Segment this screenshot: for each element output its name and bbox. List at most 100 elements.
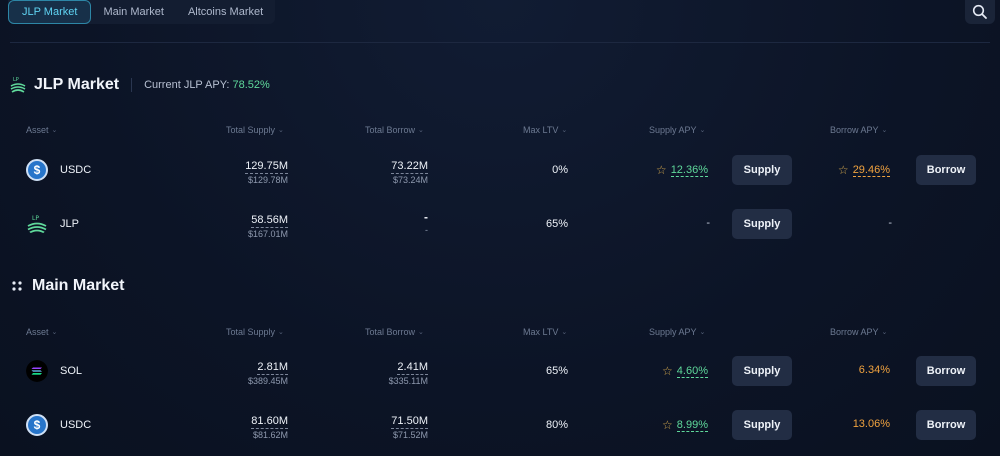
header-asset[interactable]: Asset ⌄ xyxy=(26,325,57,339)
chevron-down-icon: ⌄ xyxy=(418,329,424,336)
total-borrow-amount: - xyxy=(424,210,428,224)
asset-name: JLP xyxy=(60,218,79,230)
chevron-down-icon: ⌄ xyxy=(278,127,284,134)
supply-apy-value: 12.36% xyxy=(670,163,708,177)
chevron-down-icon: ⌄ xyxy=(418,127,424,134)
svg-text:LP: LP xyxy=(13,77,19,83)
market-tabs: JLP Market Main Market Altcoins Market xyxy=(8,0,276,24)
total-borrow-cell: 71.50M $71.52M xyxy=(391,411,428,440)
max-ltv-value: 0% xyxy=(552,164,568,176)
section-title: Main Market xyxy=(32,277,125,294)
total-supply-amount: 81.60M xyxy=(251,415,288,429)
sol-icon xyxy=(26,360,48,382)
chevron-down-icon: ⌄ xyxy=(881,127,888,134)
total-supply-usd: $129.78M xyxy=(247,175,288,185)
borrow-apy-value: 29.46% xyxy=(852,163,890,177)
chevron-down-icon: ⌄ xyxy=(561,127,568,134)
asset-cell: SOL xyxy=(26,351,82,391)
header-total-borrow[interactable]: Total Borrow ⌄ xyxy=(365,123,424,137)
header-borrow-apy[interactable]: Borrow APY ⌄ xyxy=(830,123,887,137)
total-supply-usd: $389.45M xyxy=(247,376,288,386)
jlp-apy-label: Current JLP APY: xyxy=(144,79,230,91)
header-max-ltv[interactable]: Max LTV ⌄ xyxy=(523,123,567,137)
section-title: JLP Market xyxy=(34,76,120,93)
total-supply-cell: 129.75M $129.78M xyxy=(245,156,288,185)
usdc-icon: $ xyxy=(26,414,48,436)
header-max-ltv[interactable]: Max LTV ⌄ xyxy=(523,325,567,339)
total-borrow-usd: $335.11M xyxy=(388,376,428,386)
borrow-apy-cell: 6.34% xyxy=(800,364,890,376)
asset-name: USDC xyxy=(60,164,92,176)
supply-apy-cell: ☆ 8.99% xyxy=(618,418,708,432)
chevron-down-icon: ⌄ xyxy=(699,127,706,134)
total-supply-usd: $81.62M xyxy=(252,430,288,440)
total-supply-amount: 58.56M xyxy=(251,214,288,228)
star-icon: ☆ xyxy=(655,163,667,177)
supply-apy-cell: ☆ 4.60% xyxy=(618,364,708,378)
chevron-down-icon: ⌄ xyxy=(699,329,706,336)
total-supply-amount: 129.75M xyxy=(245,160,288,174)
jlp-market-heading: LP JLP Market Current JLP APY: 78.52% xyxy=(10,73,270,97)
header-total-borrow[interactable]: Total Borrow ⌄ xyxy=(365,325,424,339)
search-icon xyxy=(972,4,987,19)
star-icon: ☆ xyxy=(662,364,673,378)
supply-button[interactable]: Supply xyxy=(732,410,792,440)
search-button[interactable] xyxy=(965,0,995,24)
grid-dots-icon xyxy=(12,281,22,291)
supply-apy-value: 8.99% xyxy=(676,418,708,432)
total-borrow-cell: - - xyxy=(424,210,428,235)
jlp-apy-value: 78.52% xyxy=(232,79,270,91)
header-asset[interactable]: Asset ⌄ xyxy=(26,123,57,137)
supply-apy-cell: ☆ 12.36% xyxy=(618,163,708,177)
tab-jlp-market[interactable]: JLP Market xyxy=(8,0,92,24)
jlp-icon: LP xyxy=(27,215,47,234)
table-row: LP JLP 58.56M $167.01M - - 65% - Supply … xyxy=(0,204,1000,244)
svg-text:LP: LP xyxy=(32,215,39,222)
table-row: SOL 2.81M $389.45M 2.41M $335.11M 65% ☆ … xyxy=(0,351,1000,391)
supply-apy-value: 4.60% xyxy=(676,364,708,378)
max-ltv-value: 80% xyxy=(545,419,568,431)
asset-cell: $ USDC xyxy=(26,150,91,190)
borrow-apy-cell: 13.06% xyxy=(800,418,890,430)
table-row: $ USDC 81.60M $81.62M 71.50M $71.52M 80%… xyxy=(0,405,1000,445)
total-supply-cell: 2.81M $389.45M xyxy=(248,357,288,386)
header-supply-apy[interactable]: Supply APY ⌄ xyxy=(649,325,705,339)
asset-cell: LP JLP xyxy=(26,204,79,244)
star-icon: ☆ xyxy=(837,163,849,177)
asset-cell: $ USDC xyxy=(26,405,91,445)
supply-button[interactable]: Supply xyxy=(732,209,792,239)
total-borrow-cell: 2.41M $335.11M xyxy=(389,357,428,386)
asset-name: SOL xyxy=(60,365,83,377)
header-total-supply[interactable]: Total Supply ⌄ xyxy=(226,325,284,339)
total-borrow-usd: $73.24M xyxy=(392,175,428,185)
tab-main-market[interactable]: Main Market xyxy=(91,0,176,24)
jlp-logo-icon: LP xyxy=(10,77,26,93)
header-supply-apy[interactable]: Supply APY ⌄ xyxy=(649,123,705,137)
supply-button[interactable]: Supply xyxy=(732,155,792,185)
header-total-supply[interactable]: Total Supply ⌄ xyxy=(226,123,284,137)
separator xyxy=(131,78,133,92)
usdc-icon: $ xyxy=(26,159,48,181)
borrow-button[interactable]: Borrow xyxy=(916,155,976,185)
tab-altcoins-market[interactable]: Altcoins Market xyxy=(176,0,275,24)
supply-apy-value: - xyxy=(706,217,710,229)
borrow-button[interactable]: Borrow xyxy=(916,356,976,386)
total-borrow-amount: 2.41M xyxy=(397,361,428,375)
borrow-apy-value: 13.06% xyxy=(852,418,890,430)
max-ltv-value: 65% xyxy=(545,218,568,230)
star-icon: ☆ xyxy=(662,418,673,432)
chevron-down-icon: ⌄ xyxy=(51,127,58,134)
total-supply-amount: 2.81M xyxy=(257,361,288,375)
divider xyxy=(10,42,990,43)
header-borrow-apy[interactable]: Borrow APY ⌄ xyxy=(830,325,887,339)
chevron-down-icon: ⌄ xyxy=(561,329,568,336)
chevron-down-icon: ⌄ xyxy=(278,329,284,336)
total-borrow-amount: 71.50M xyxy=(391,415,428,429)
borrow-button[interactable]: Borrow xyxy=(916,410,976,440)
total-borrow-amount: 73.22M xyxy=(391,160,428,174)
supply-button[interactable]: Supply xyxy=(732,356,792,386)
total-borrow-usd: $71.52M xyxy=(392,430,428,440)
main-market-heading: Main Market xyxy=(10,274,124,298)
total-borrow-usd: - xyxy=(425,225,428,235)
table-row: $ USDC 129.75M $129.78M 73.22M $73.24M 0… xyxy=(0,150,1000,190)
